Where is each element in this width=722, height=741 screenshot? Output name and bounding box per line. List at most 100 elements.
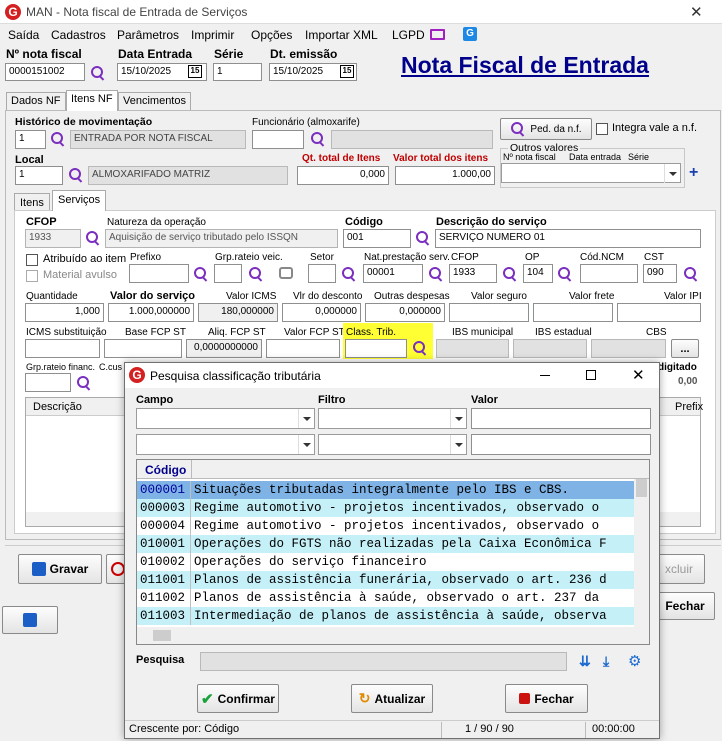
grp-fin-input[interactable]	[25, 373, 71, 392]
subtab-servicos[interactable]: Serviços	[52, 190, 107, 211]
menu-importar-xml[interactable]: Importar XML	[305, 28, 378, 42]
vls-input[interactable]: 1.000,000000	[108, 303, 194, 322]
ncm-input[interactable]	[580, 264, 638, 283]
search-func-icon[interactable]	[310, 131, 326, 147]
outras-input[interactable]: 0,000000	[365, 303, 445, 322]
ped-nf-button[interactable]: Ped. da n.f.	[500, 118, 592, 140]
vertical-scrollbar[interactable]	[634, 479, 649, 627]
search-setor-icon[interactable]	[341, 266, 357, 282]
codigo-input[interactable]: 001	[343, 229, 411, 248]
material-checkbox[interactable]	[26, 270, 38, 282]
ipi-input[interactable]	[617, 303, 701, 322]
more-button[interactable]: ...	[671, 339, 699, 358]
table-row[interactable]: 000003 Regime automotivo - projetos incen…	[137, 499, 634, 517]
tab-itens-nf[interactable]: Itens NF	[66, 90, 118, 111]
serie-input[interactable]: 1	[213, 63, 262, 81]
fechar-dialog-button[interactable]: Fechar	[505, 684, 588, 713]
icms-st-input[interactable]	[25, 339, 100, 358]
aliq-fcp-input[interactable]: 0,0000000000	[186, 339, 262, 358]
settings-gear-icon[interactable]: ⚙	[628, 652, 641, 670]
menu-lgpd[interactable]: LGPD	[392, 28, 425, 42]
search-cst-icon[interactable]	[683, 266, 699, 282]
table-row[interactable]: 011001 Planos de assistência funerária, o…	[137, 571, 634, 589]
atribuido-checkbox[interactable]	[26, 254, 38, 266]
cst-input[interactable]: 090	[643, 264, 677, 283]
menu-imprimir[interactable]: Imprimir	[191, 28, 234, 42]
base-fcp-input[interactable]	[104, 339, 182, 358]
filtro-select-2[interactable]	[318, 434, 467, 455]
table-row[interactable]: 000004 Regime automotivo - projetos incen…	[137, 517, 634, 535]
app-badge-icon[interactable]: G	[463, 27, 477, 41]
nota-input[interactable]: 0000151002	[5, 63, 85, 81]
menu-opcoes[interactable]: Opções	[251, 28, 292, 42]
search-cfop-icon[interactable]	[85, 230, 101, 246]
pesquisa-input[interactable]	[200, 652, 567, 671]
func-input[interactable]	[252, 130, 304, 149]
grp-veic-input[interactable]	[214, 264, 242, 283]
col-codigo-header[interactable]: Código	[145, 463, 186, 477]
search-grp-veic-icon[interactable]	[248, 266, 264, 282]
hist-code-input[interactable]: 1	[15, 130, 46, 149]
cfop-input[interactable]: 1933	[25, 229, 81, 248]
class-trib-input[interactable]	[345, 339, 407, 358]
menu-cadastros[interactable]: Cadastros	[51, 28, 106, 42]
valor-input-2[interactable]	[471, 434, 651, 455]
table-row[interactable]: 010002 Operações do serviço financeiro	[137, 553, 634, 571]
menu-saida[interactable]: Saída	[8, 28, 39, 42]
confirmar-button[interactable]: ✔ Confirmar	[197, 684, 279, 713]
qtd-input[interactable]: 1,000	[25, 303, 104, 322]
seguro-input[interactable]	[449, 303, 529, 322]
tab-dados-nf[interactable]: Dados NF	[6, 92, 66, 111]
excluir-button[interactable]: xcluir	[653, 554, 705, 584]
filtro-select-1[interactable]	[318, 408, 467, 429]
gravar-button[interactable]: Gravar	[18, 554, 102, 584]
valor-input-1[interactable]	[471, 408, 651, 429]
calendar-emissao-icon[interactable]: 15	[340, 65, 354, 78]
hscroll-thumb[interactable]	[153, 630, 171, 641]
partial-left-button[interactable]	[2, 606, 58, 634]
maximize-icon[interactable]	[586, 370, 596, 380]
search-op-icon[interactable]	[557, 266, 573, 282]
add-icon[interactable]: +	[689, 164, 698, 182]
search-local-icon[interactable]	[68, 167, 84, 183]
integra-checkbox[interactable]	[596, 123, 608, 135]
nat-prest-input[interactable]: 00001	[363, 264, 423, 283]
sort-last-icon[interactable]: ⤓	[603, 653, 609, 670]
sort-desc-icon[interactable]: ⇊	[579, 653, 591, 670]
scroll-thumb[interactable]	[636, 479, 647, 497]
search-prefixo-icon[interactable]	[193, 266, 209, 282]
binoculars-icon[interactable]	[279, 267, 293, 279]
fechar-main-button[interactable]: Fechar	[655, 592, 715, 620]
local-code-input[interactable]: 1	[15, 166, 63, 185]
calendar-icon[interactable]: 15	[188, 65, 202, 78]
table-row[interactable]: 010001 Operações do FGTS não realizadas p…	[137, 535, 634, 553]
menu-parametros[interactable]: Parâmetros	[117, 28, 179, 42]
frete-input[interactable]	[533, 303, 613, 322]
table-row[interactable]: 000001 Situações tributadas integralmente…	[137, 481, 634, 499]
desc-servico-input[interactable]: SERVIÇO NUMERO 01	[435, 229, 701, 248]
search-nota-icon[interactable]	[90, 65, 106, 81]
search-class-trib-icon[interactable]	[412, 340, 428, 356]
campo-select-1[interactable]	[136, 408, 315, 429]
search-grp-fin-icon[interactable]	[76, 375, 92, 391]
search-codigo-icon[interactable]	[415, 230, 431, 246]
op-input[interactable]: 104	[523, 264, 553, 283]
monitor-icon[interactable]	[430, 29, 445, 40]
search-nat-prest-icon[interactable]	[428, 266, 444, 282]
dialog-close-icon[interactable]: ✕	[632, 366, 645, 384]
table-row[interactable]: 011003 Intermediação de planos de assistê…	[137, 607, 634, 625]
vfcp-input[interactable]	[266, 339, 340, 358]
table-row[interactable]: 011002 Planos de assistência à saúde, obs…	[137, 589, 634, 607]
search-cfop2-icon[interactable]	[502, 266, 518, 282]
campo-select-2[interactable]	[136, 434, 315, 455]
close-icon[interactable]: ✕	[690, 3, 703, 21]
cfop2-input[interactable]: 1933	[449, 264, 497, 283]
horizontal-scrollbar[interactable]	[137, 627, 649, 644]
outros-valores-combo[interactable]	[501, 163, 681, 183]
minimize-icon[interactable]	[540, 375, 550, 376]
search-hist-icon[interactable]	[50, 131, 66, 147]
icms-input[interactable]: 180,000000	[198, 303, 278, 322]
atualizar-button[interactable]: ↻ Atualizar	[351, 684, 433, 713]
setor-input[interactable]	[308, 264, 336, 283]
tab-vencimentos[interactable]: Vencimentos	[118, 92, 191, 111]
